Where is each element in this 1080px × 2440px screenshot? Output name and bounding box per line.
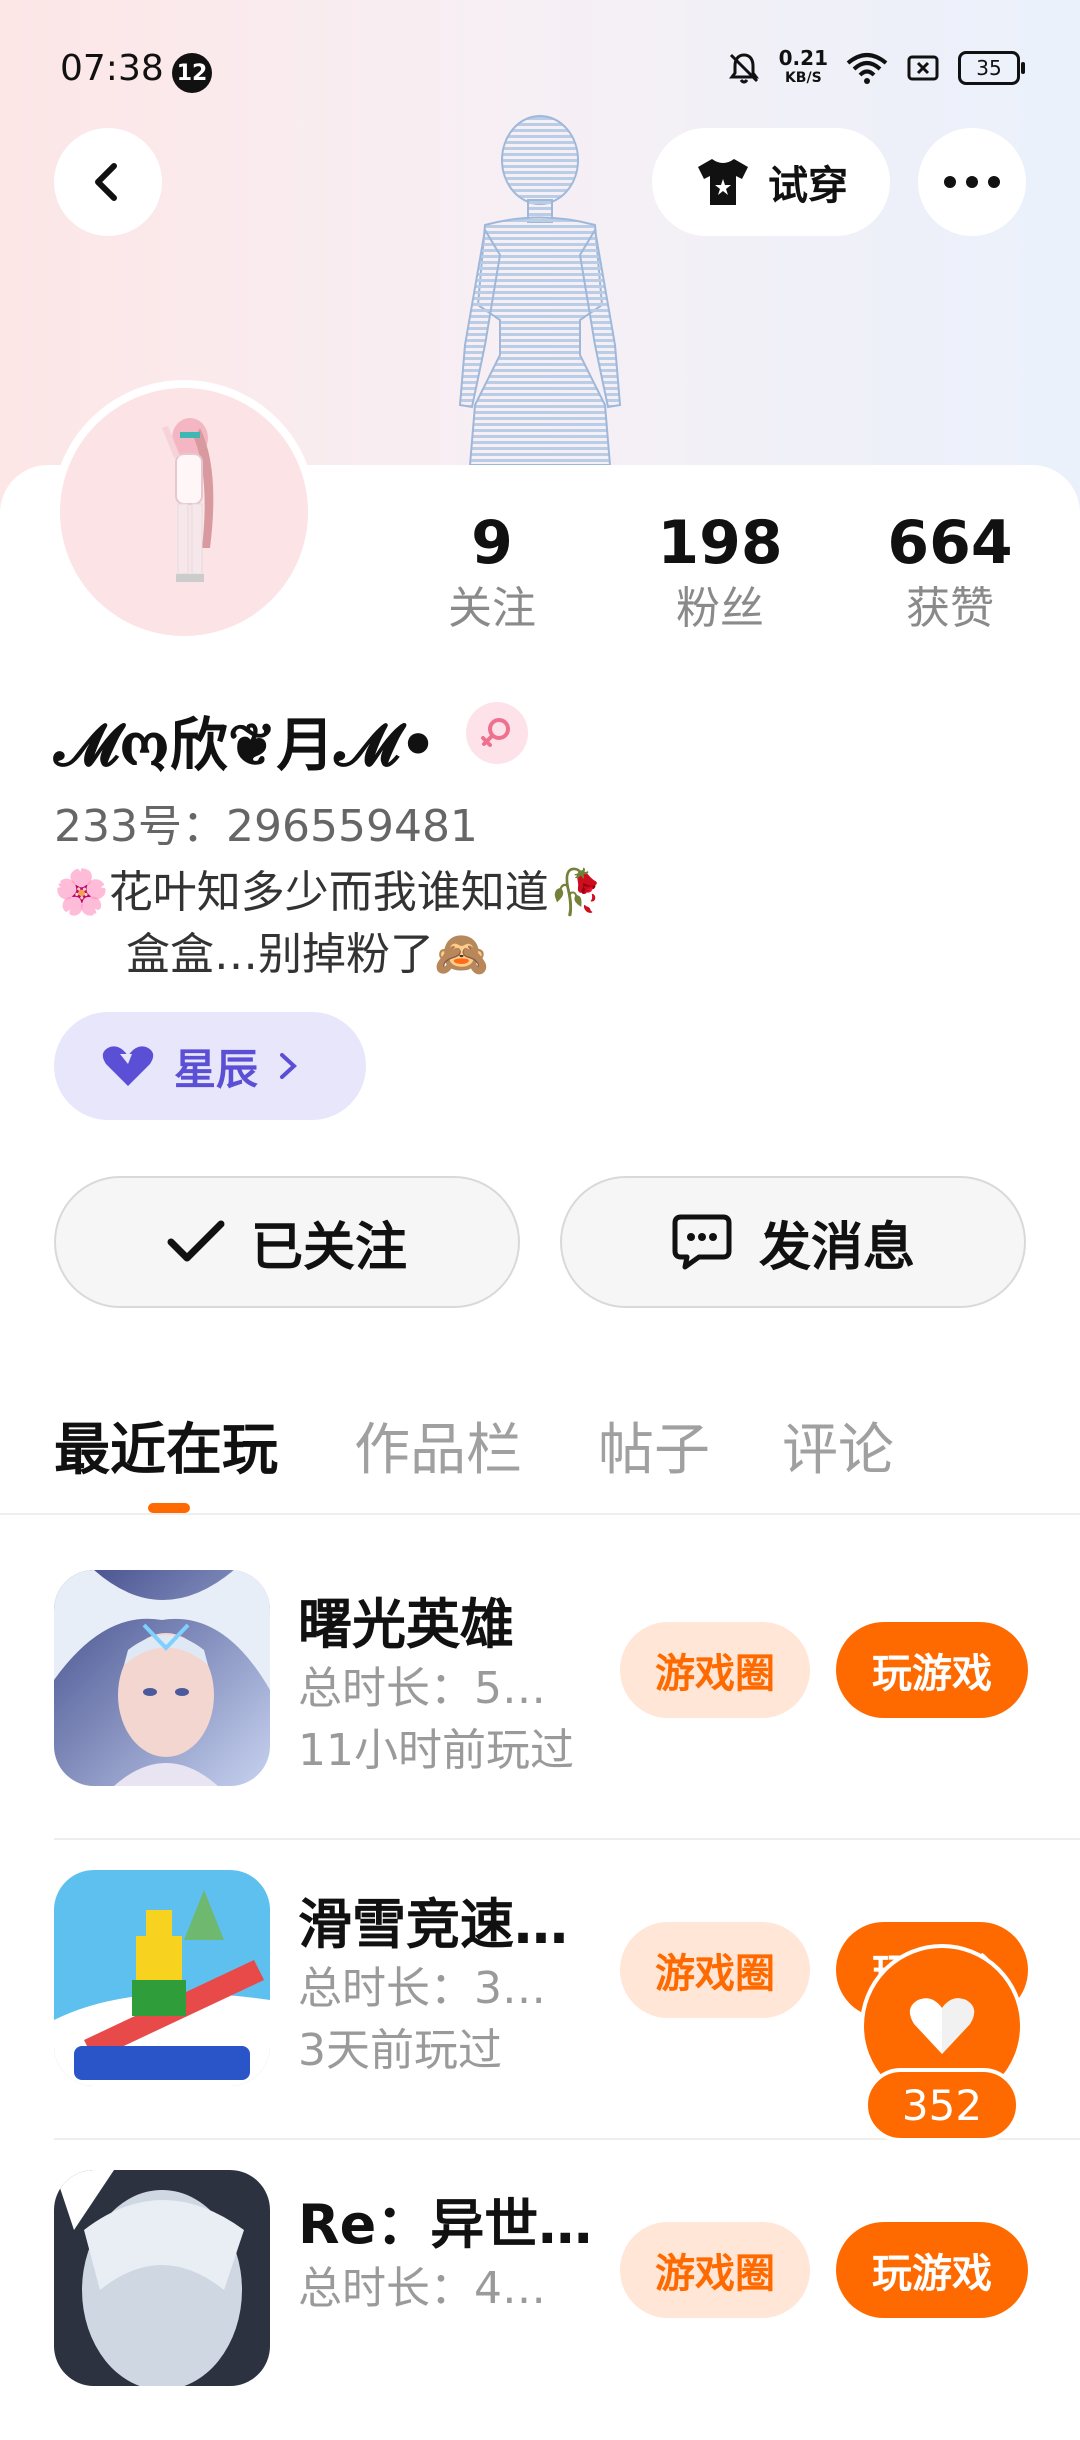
game-name: Re：异世… (298, 2193, 593, 2256)
heart-icon (102, 1046, 154, 1086)
game-last-played: 3天前玩过 (298, 2025, 502, 2076)
check-icon (167, 1220, 225, 1262)
more-dots-icon (944, 176, 1000, 188)
game-name: 曙光英雄 (298, 1593, 514, 1656)
game-total-time: 总时长：3… (298, 1963, 546, 2014)
stat-likes-value: 664 (887, 508, 1013, 578)
stat-following[interactable]: 9 关注 (402, 505, 582, 637)
star-tag-label: 星辰 (174, 1044, 259, 1094)
send-message-label: 发消息 (758, 1217, 915, 1278)
tab-recently-played[interactable]: 最近在玩 (54, 1405, 278, 1486)
stat-following-value: 9 (471, 508, 513, 578)
game-icon-re-isekai[interactable] (54, 2170, 270, 2386)
followed-label: 已关注 (250, 1217, 407, 1278)
game-circle-button[interactable]: 游戏圈 (620, 2222, 810, 2318)
tab-posts[interactable]: 帖子 (598, 1405, 710, 1486)
game-total-time: 总时长：5… (298, 1663, 546, 1714)
wifi-icon (846, 53, 888, 84)
heart-icon (909, 1998, 975, 2054)
try-on-label: 试穿 (768, 163, 848, 209)
chevron-left-icon (95, 163, 117, 201)
stat-fans[interactable]: 198 粉丝 (630, 505, 810, 637)
play-game-button[interactable]: 玩游戏 (836, 2222, 1028, 2318)
net-speed-unit: KB/S (784, 70, 822, 86)
game-circle-button[interactable]: 游戏圈 (620, 1622, 810, 1718)
silent-bell-icon (728, 53, 759, 84)
female-gender-icon (466, 702, 528, 764)
tab-works[interactable]: 作品栏 (354, 1405, 522, 1486)
user-id[interactable]: 233号：296559481 (54, 790, 478, 854)
active-tab-indicator (148, 1503, 190, 1513)
avatar-character-image (162, 418, 214, 582)
bio-line-1: 🌸花叶知多少而我谁知道🥀 (54, 867, 604, 918)
status-bar: 07:38 12 0.21 KB/S 35 (0, 0, 1080, 140)
like-count-badge: 352 (864, 2068, 1020, 2142)
profile-tabs: 最近在玩 作品栏 帖子 评论 (0, 1395, 1080, 1515)
stat-fans-label: 粉丝 (676, 583, 764, 634)
notification-count-badge: 12 (172, 53, 212, 93)
star-tag-button[interactable]: 星辰 (54, 1012, 366, 1120)
tshirt-icon (698, 159, 748, 205)
net-speed-value: 0.21 (778, 46, 828, 70)
list-item[interactable]: 曙光英雄 总时长：5… 11小时前玩过 游戏圈 玩游戏 (0, 1540, 1080, 1840)
chat-bubble-icon (672, 1214, 732, 1270)
game-last-played: 11小时前玩过 (298, 1725, 574, 1776)
status-time: 07:38 (60, 48, 164, 89)
back-button[interactable] (54, 128, 162, 236)
chevron-right-icon (280, 1053, 297, 1079)
game-total-time: 总时长：4… (298, 2263, 546, 2314)
more-options-button[interactable] (918, 128, 1026, 236)
try-on-button[interactable]: 试穿 (652, 128, 890, 236)
avatar[interactable] (52, 380, 316, 644)
play-game-button[interactable]: 玩游戏 (836, 1622, 1028, 1718)
send-message-button[interactable]: 发消息 (560, 1176, 1026, 1308)
sim-card-icon (907, 55, 939, 81)
stat-fans-value: 198 (657, 508, 783, 578)
net-speed-indicator: 0.21 KB/S (779, 48, 828, 88)
user-nickname: 𝓜ო欣❦月𝓜• (54, 711, 437, 779)
tab-comments[interactable]: 评论 (782, 1405, 894, 1486)
game-circle-button[interactable]: 游戏圈 (620, 1922, 810, 2018)
stat-likes-label: 获赞 (906, 583, 994, 634)
bio-line-2: 盒盒…别掉粉了🙈 (126, 929, 489, 980)
stat-following-label: 关注 (448, 583, 536, 634)
stat-likes[interactable]: 664 获赞 (860, 505, 1040, 637)
game-icon-ski-racing[interactable] (54, 1870, 270, 2086)
game-name: 滑雪竞速… (298, 1893, 568, 1956)
user-bio: 🌸花叶知多少而我谁知道🥀 盒盒…别掉粉了🙈 (54, 862, 604, 986)
followed-button[interactable]: 已关注 (54, 1176, 520, 1308)
battery-indicator: 35 (958, 51, 1025, 85)
dress-up-avatar-figure (458, 115, 622, 466)
game-icon-dawn-heroes[interactable] (54, 1570, 270, 1786)
list-item[interactable]: Re：异世… 总时长：4… 游戏圈 玩游戏 (0, 2140, 1080, 2440)
